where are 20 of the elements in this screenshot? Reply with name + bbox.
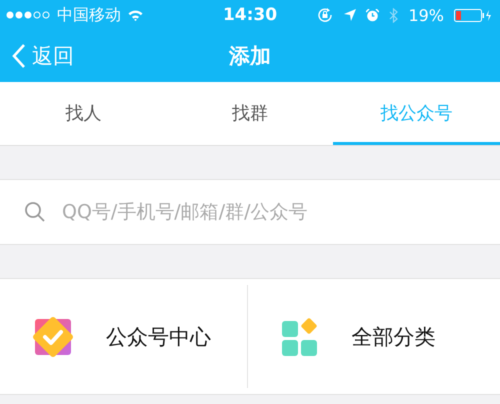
search-field[interactable]: QQ号/手机号/邮箱/群/公众号 xyxy=(60,200,500,224)
chevron-icon xyxy=(12,43,26,69)
signal-icon xyxy=(6,11,50,19)
rotation-lock-icon xyxy=(318,8,334,22)
location-icon xyxy=(344,9,356,21)
category-entry[interactable]: 公众号中心 xyxy=(0,279,246,394)
grid-icon xyxy=(282,318,320,356)
battery-icon xyxy=(454,8,492,22)
wifi-icon xyxy=(128,10,143,20)
category-entry[interactable]: 全部分类 xyxy=(246,285,500,388)
tab[interactable]: 找群 xyxy=(166,82,334,145)
carrier-name: 中国移动 xyxy=(57,4,121,26)
bluetooth-icon xyxy=(389,8,398,22)
tab[interactable]: 找人 xyxy=(0,82,167,145)
battery-percent: 19% xyxy=(408,6,444,24)
alarm-icon xyxy=(366,8,380,22)
search-icon xyxy=(24,201,46,223)
search-bar[interactable]: QQ号/手机号/邮箱/群/公众号 xyxy=(0,180,500,245)
clock-time: 14:30 xyxy=(222,5,278,25)
page-title: 添加 xyxy=(229,43,271,70)
